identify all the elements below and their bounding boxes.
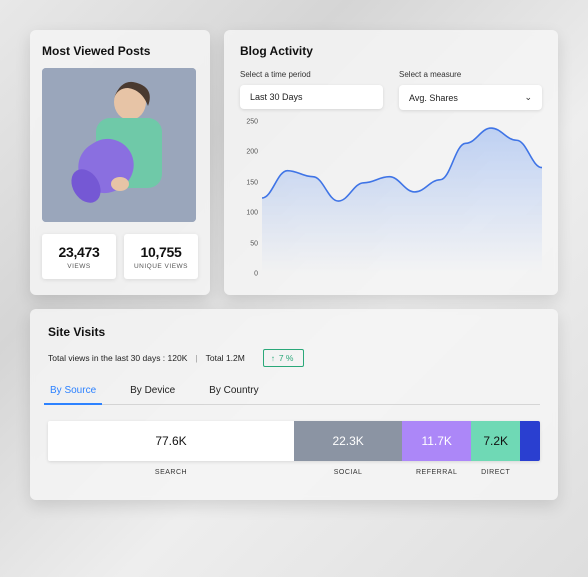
measure-select-label: Select a measure bbox=[399, 70, 542, 79]
site-visits-title: Site Visits bbox=[48, 325, 540, 339]
unique-views-label: UNIQUE VIEWS bbox=[130, 263, 192, 270]
man-yoga-mat-image bbox=[42, 68, 196, 222]
bar-segment[interactable] bbox=[520, 421, 540, 461]
y-tick-label: 200 bbox=[246, 149, 258, 156]
blog-activity-card: Blog Activity Select a time period Last … bbox=[224, 30, 558, 295]
most-viewed-title: Most Viewed Posts bbox=[42, 44, 198, 58]
source-bar: 77.6K22.3K11.7K7.2K bbox=[48, 421, 540, 461]
tabs: By Source By Device By Country bbox=[48, 379, 540, 405]
tab-by-country[interactable]: By Country bbox=[207, 379, 260, 404]
views-label: VIEWS bbox=[48, 263, 110, 270]
bar-segment-label: SEARCH bbox=[48, 469, 294, 476]
bar-segment[interactable]: 7.2K bbox=[471, 421, 520, 461]
most-viewed-card: Most Viewed Posts 23,473 VIEWS 10,755 bbox=[30, 30, 210, 295]
measure-select[interactable]: Avg. Shares ⌄ bbox=[399, 85, 542, 110]
bar-segment[interactable]: 77.6K bbox=[48, 421, 294, 461]
activity-chart: 0 50 100 150 200 250 bbox=[240, 118, 542, 278]
y-tick-label: 100 bbox=[246, 210, 258, 217]
change-badge: ↑ 7 % bbox=[263, 349, 304, 367]
bar-segment-label bbox=[520, 469, 540, 476]
views-value: 23,473 bbox=[48, 244, 110, 260]
measure-select-value: Avg. Shares bbox=[409, 93, 458, 103]
bar-segment-label: REFERRAL bbox=[402, 469, 471, 476]
tab-by-device[interactable]: By Device bbox=[128, 379, 177, 404]
unique-views-value: 10,755 bbox=[130, 244, 192, 260]
source-bar-labels: SEARCHSOCIALREFERRALDIRECT bbox=[48, 469, 540, 476]
y-tick-label: 0 bbox=[254, 271, 258, 278]
divider: | bbox=[195, 353, 197, 363]
period-select-label: Select a time period bbox=[240, 70, 383, 79]
bar-segment-label: SOCIAL bbox=[294, 469, 402, 476]
y-tick-label: 250 bbox=[246, 119, 258, 126]
last-30-text: Total views in the last 30 days : 120K bbox=[48, 353, 187, 363]
bar-segment-label: DIRECT bbox=[471, 469, 520, 476]
total-text: Total 1.2M bbox=[206, 353, 245, 363]
bar-segment[interactable]: 22.3K bbox=[294, 421, 402, 461]
views-stat: 23,473 VIEWS bbox=[42, 234, 116, 279]
tab-by-source[interactable]: By Source bbox=[48, 379, 98, 404]
y-tick-label: 150 bbox=[246, 179, 258, 186]
unique-views-stat: 10,755 UNIQUE VIEWS bbox=[124, 234, 198, 279]
bar-segment[interactable]: 11.7K bbox=[402, 421, 471, 461]
y-tick-label: 50 bbox=[250, 240, 258, 247]
period-select-value: Last 30 Days bbox=[250, 92, 303, 102]
chevron-down-icon: ⌄ bbox=[524, 92, 532, 103]
post-thumbnail[interactable] bbox=[42, 68, 196, 222]
change-value: 7 % bbox=[279, 353, 294, 363]
blog-activity-title: Blog Activity bbox=[240, 44, 542, 58]
site-visits-card: Site Visits Total views in the last 30 d… bbox=[30, 309, 558, 500]
period-select[interactable]: Last 30 Days bbox=[240, 85, 383, 109]
arrow-up-icon: ↑ bbox=[271, 354, 275, 363]
